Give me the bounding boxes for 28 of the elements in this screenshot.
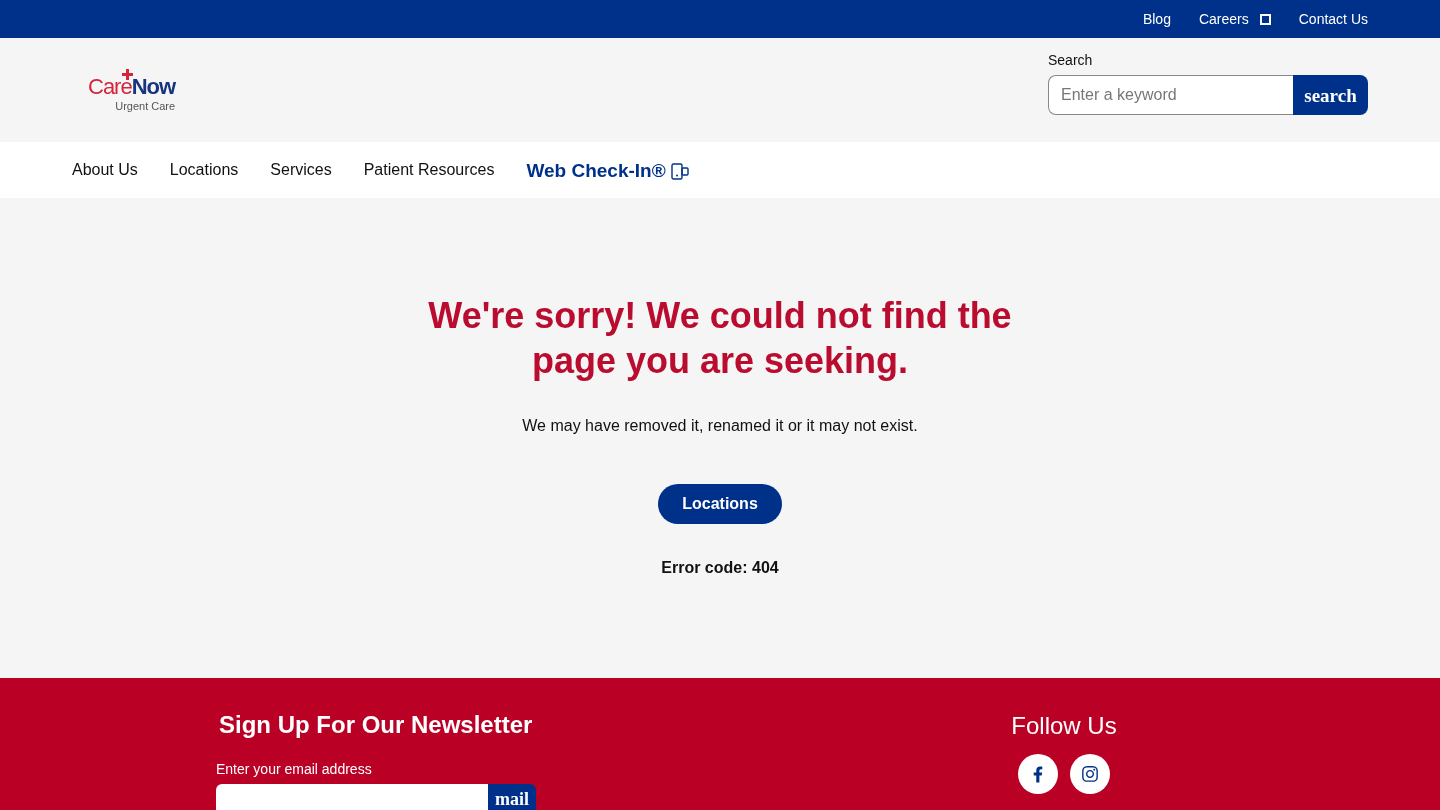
top-link[interactable]: Contact Us — [1298, 10, 1368, 28]
email-field[interactable] — [216, 784, 488, 810]
web-check-in-link[interactable]: Web Check-In® — [526, 160, 666, 182]
top-link[interactable]: Blog — [1142, 10, 1171, 28]
logo-wordmark[interactable]: CareNow — [88, 76, 176, 98]
error-message: We may have removed it, renamed it or it may not exist. — [522, 416, 918, 436]
nav-link[interactable]: Locations — [169, 160, 239, 180]
locations-button[interactable]: Locations — [658, 484, 782, 524]
follow-title: Follow Us — [1011, 712, 1117, 740]
error-code: Error code: 404 — [661, 558, 779, 578]
nav-link[interactable]: About Us — [72, 160, 138, 180]
search-field[interactable]: Enter a keyword — [1048, 75, 1293, 115]
logo-tagline: Urgent Care — [115, 99, 176, 113]
instagram-icon — [1081, 765, 1099, 783]
social-link[interactable] — [1018, 754, 1058, 794]
error-heading: We're sorry! We could not find the page you are seeking. — [427, 294, 1013, 383]
phone-icon — [670, 162, 689, 180]
newsletter-title: Sign Up For Our Newsletter — [219, 711, 534, 739]
search-button[interactable]: search — [1293, 75, 1368, 115]
cross-icon — [122, 69, 133, 80]
email-label: Enter your email address — [216, 760, 373, 779]
facebook-icon — [1033, 765, 1043, 783]
nav-link[interactable]: Services — [270, 160, 332, 180]
nav-link[interactable]: Patient Resources — [363, 160, 495, 180]
top-link[interactable]: Careers — [1198, 10, 1249, 28]
social-link[interactable] — [1070, 754, 1110, 794]
mail-button[interactable]: mail — [488, 784, 536, 810]
search-label: Search — [1048, 51, 1094, 70]
